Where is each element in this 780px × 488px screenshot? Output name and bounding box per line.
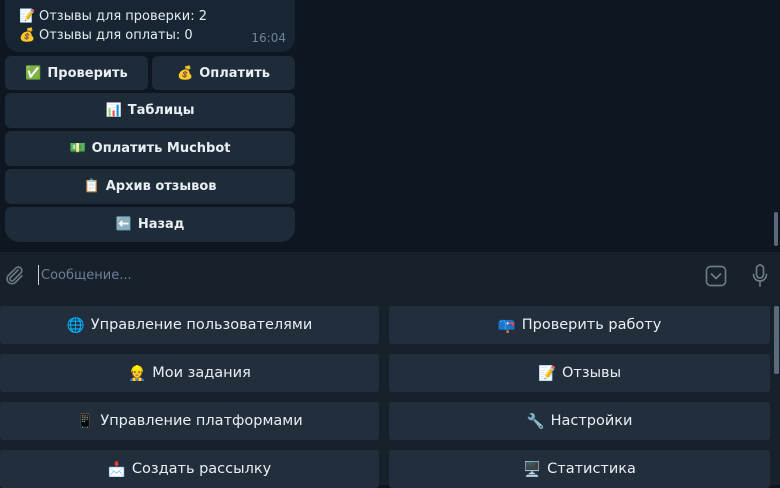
- inline-button-back[interactable]: ⬅️ Назад: [5, 207, 295, 242]
- construction-worker-icon: 👷: [128, 365, 147, 382]
- inline-button-reviews-archive[interactable]: 📋 Архив отзывов: [5, 169, 295, 204]
- inline-button-check[interactable]: ✅ Проверить: [5, 56, 148, 90]
- reply-button-manage-platforms[interactable]: 📱 Управление платформами: [0, 402, 379, 440]
- bar-chart-icon: 📊: [105, 103, 122, 118]
- message-composer: [0, 252, 780, 299]
- dollar-banknote-icon: 💵: [69, 141, 86, 156]
- message-line-reviews-to-check: 📝 Отзывы для проверки: 2: [19, 7, 295, 26]
- button-label: Оплатить: [199, 65, 270, 81]
- button-label: Назад: [137, 217, 185, 232]
- message-text: Отзывы для оплаты: 0: [39, 28, 193, 43]
- left-arrow-icon: ⬅️: [115, 217, 132, 232]
- bot-message: 📝 Отзывы для проверки: 2 💰 Отзывы для оп…: [5, 0, 295, 52]
- inline-button-tables[interactable]: 📊 Таблицы: [5, 93, 295, 128]
- chat-scrollbar[interactable]: [774, 212, 778, 246]
- button-label: Отзывы: [562, 365, 622, 381]
- check-mark-icon: ✅: [25, 65, 42, 81]
- memo-icon: 📝: [19, 9, 36, 24]
- button-label: Статистика: [547, 461, 636, 477]
- button-label: Управление пользователями: [90, 317, 313, 333]
- button-label: Мои задания: [152, 365, 251, 381]
- button-label: Проверить: [47, 65, 128, 81]
- reply-button-statistics[interactable]: 🖥️ Статистика: [389, 450, 770, 488]
- reply-button-check-work[interactable]: 📪 Проверить работу: [389, 306, 770, 344]
- button-label: Архив отзывов: [105, 179, 217, 194]
- paperclip-icon[interactable]: [3, 264, 25, 286]
- mobile-phone-icon: 📱: [76, 413, 95, 430]
- mailbox-icon: 📪: [497, 317, 516, 334]
- message-input[interactable]: [38, 265, 681, 285]
- chat-area: 📝 Отзывы для проверки: 2 💰 Отзывы для оп…: [0, 0, 780, 252]
- money-bag-icon: 💰: [19, 28, 36, 43]
- reply-button-settings[interactable]: 🔧 Настройки: [389, 402, 770, 440]
- inline-button-pay-muchbot[interactable]: 💵 Оплатить Muchbot: [5, 131, 295, 166]
- envelope-arrow-icon: 📩: [107, 461, 126, 478]
- button-label: Таблицы: [127, 103, 195, 118]
- microphone-icon[interactable]: [750, 263, 770, 289]
- inline-button-pay[interactable]: 💰 Оплатить: [152, 56, 295, 90]
- clipboard-icon: 📋: [83, 179, 100, 194]
- wrench-icon: 🔧: [526, 413, 545, 430]
- button-label: Управление платформами: [100, 413, 303, 429]
- globe-icon: 🌐: [66, 317, 85, 334]
- reply-button-reviews[interactable]: 📝 Отзывы: [389, 354, 770, 392]
- button-label: Настройки: [550, 413, 633, 429]
- reply-button-my-tasks[interactable]: 👷 Мои задания: [0, 354, 379, 392]
- reply-button-create-broadcast[interactable]: 📩 Создать рассылку: [0, 450, 379, 488]
- button-label: Создать рассылку: [131, 461, 272, 477]
- memo-icon: 📝: [537, 365, 557, 382]
- money-bag-icon: 💰: [177, 65, 194, 81]
- keyboard-scrollbar[interactable]: [774, 306, 779, 374]
- message-timestamp: 16:04: [251, 31, 286, 45]
- message-text: Отзывы для проверки: 2: [39, 9, 207, 24]
- button-label: Проверить работу: [521, 317, 662, 333]
- keyboard-toggle-icon[interactable]: [704, 264, 728, 288]
- button-label: Оплатить Muchbot: [91, 141, 231, 156]
- reply-button-manage-users[interactable]: 🌐 Управление пользователями: [0, 306, 379, 344]
- desktop-computer-icon: 🖥️: [523, 461, 542, 478]
